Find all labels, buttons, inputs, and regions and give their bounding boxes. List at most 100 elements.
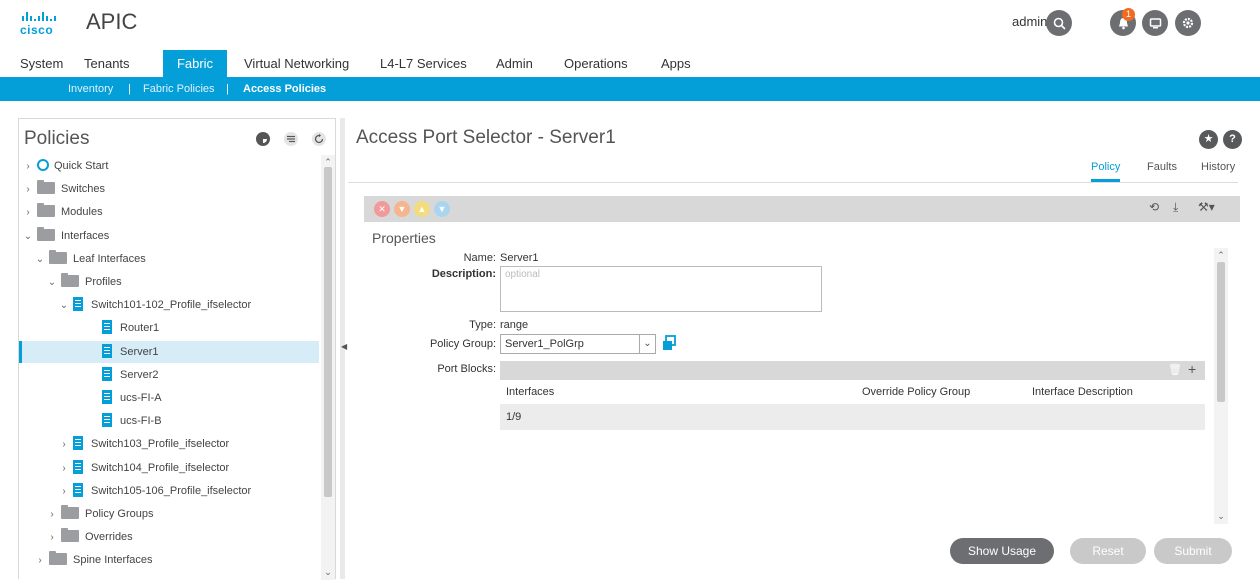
tab-fabric[interactable]: Fabric bbox=[163, 50, 227, 77]
tab-admin[interactable]: Admin bbox=[488, 50, 541, 77]
tree-node[interactable]: Router1 bbox=[19, 317, 319, 339]
refresh-icon[interactable] bbox=[311, 131, 327, 147]
interfaces-cell: 1/9 bbox=[506, 411, 522, 423]
pane-splitter[interactable]: ◀ bbox=[340, 118, 347, 579]
document-icon bbox=[102, 413, 112, 428]
chevron-down-icon[interactable]: ⌄ bbox=[35, 249, 45, 271]
chevron-right-icon[interactable]: › bbox=[35, 550, 45, 572]
list-view-icon[interactable] bbox=[283, 131, 299, 147]
tree-node[interactable]: › Policy Groups bbox=[19, 503, 319, 525]
properties-scrollbar-thumb[interactable] bbox=[1217, 262, 1225, 402]
critical-fault-icon[interactable]: ✕ bbox=[374, 201, 390, 217]
scroll-down-arrow[interactable]: ⌄ bbox=[321, 567, 335, 578]
major-fault-icon[interactable]: ▼ bbox=[394, 201, 410, 217]
folder-icon bbox=[61, 273, 79, 287]
show-usage-button[interactable]: Show Usage bbox=[950, 538, 1054, 564]
scroll-down-arrow[interactable]: ⌄ bbox=[1214, 511, 1228, 522]
tools-icon[interactable]: ⚒▾ bbox=[1198, 200, 1215, 214]
tree-node-label: Server1 bbox=[120, 345, 159, 358]
port-blocks-toolbar: 🗑 + bbox=[500, 361, 1205, 380]
port-blocks-label: Port Blocks: bbox=[437, 363, 496, 375]
subtab-history[interactable]: History bbox=[1201, 161, 1235, 179]
tab-system[interactable]: System bbox=[12, 50, 71, 77]
tree-node-label: ucs-FI-B bbox=[120, 415, 162, 428]
app-title: APIC bbox=[86, 9, 138, 34]
folder-icon bbox=[37, 226, 55, 241]
tree-node[interactable]: ⌄ Leaf Interfaces bbox=[19, 248, 319, 270]
tree-node[interactable]: › Quick Start bbox=[19, 155, 319, 177]
open-policy-group-icon[interactable] bbox=[661, 335, 677, 351]
tree-node[interactable]: Server1 bbox=[19, 340, 319, 363]
chevron-right-icon[interactable]: › bbox=[23, 202, 33, 224]
tree-scrollbar-thumb[interactable] bbox=[324, 167, 332, 497]
tab-virtual-networking[interactable]: Virtual Networking bbox=[236, 50, 357, 77]
table-row[interactable]: 1/9 bbox=[500, 404, 1205, 430]
subnav-fabric-policies[interactable]: Fabric Policies bbox=[143, 77, 215, 101]
folder-icon bbox=[49, 249, 67, 264]
favorite-star-icon[interactable]: ★ bbox=[1199, 130, 1218, 149]
properties-scrollbar[interactable]: ⌃ ⌄ bbox=[1214, 248, 1228, 524]
type-label: Type: bbox=[469, 319, 496, 331]
tree-node[interactable]: ucs-FI-B bbox=[19, 410, 319, 432]
scroll-up-arrow[interactable]: ⌃ bbox=[1214, 250, 1228, 261]
tree-node-label: Modules bbox=[61, 206, 103, 219]
column-header[interactable]: Interface Description bbox=[1032, 386, 1133, 398]
minor-fault-icon[interactable]: ▲ bbox=[414, 201, 430, 217]
tree-node-label: Leaf Interfaces bbox=[73, 252, 146, 265]
tree-node[interactable]: › Overrides bbox=[19, 526, 319, 548]
download-icon[interactable]: ⤓ bbox=[1173, 200, 1178, 215]
user-name[interactable]: admin bbox=[1012, 14, 1047, 29]
chevron-right-icon[interactable]: › bbox=[23, 179, 33, 201]
tree-node-label: Switch105-106_Profile_ifselector bbox=[91, 484, 252, 497]
reset-button[interactable]: Reset bbox=[1070, 538, 1146, 564]
tab-l4-l7-services[interactable]: L4-L7 Services bbox=[372, 50, 475, 77]
pane-title: Policies bbox=[24, 128, 90, 149]
gear-icon[interactable] bbox=[1175, 10, 1201, 36]
tree-node[interactable]: ⌄ Switch101-102_Profile_ifselector bbox=[19, 294, 319, 316]
chevron-right-icon[interactable]: › bbox=[47, 504, 57, 526]
chevron-right-icon[interactable]: › bbox=[59, 434, 69, 456]
tree-node[interactable]: ⌄ Profiles bbox=[19, 271, 319, 293]
tree-node-label: Policy Groups bbox=[85, 508, 154, 520]
policy-group-select[interactable]: Server1_PolGrp bbox=[500, 334, 640, 354]
tree-scrollbar[interactable]: ⌃ ⌄ bbox=[321, 155, 335, 580]
chevron-right-icon[interactable]: › bbox=[59, 458, 69, 480]
column-header[interactable]: Interfaces bbox=[506, 386, 554, 398]
chevron-down-icon[interactable]: ⌄ bbox=[23, 226, 33, 248]
subnav-inventory[interactable]: Inventory bbox=[68, 77, 113, 101]
chevron-right-icon[interactable]: › bbox=[23, 156, 33, 178]
tree-node[interactable]: ⌄ Interfaces bbox=[19, 225, 319, 247]
tree-node[interactable]: › Switch104_Profile_ifselector bbox=[19, 457, 319, 479]
tree-node[interactable]: › Switch103_Profile_ifselector bbox=[19, 433, 319, 455]
subtab-policy[interactable]: Policy bbox=[1091, 161, 1121, 182]
chevron-down-icon[interactable]: ⌄ bbox=[640, 334, 656, 354]
tree-node[interactable]: › Switch105-106_Profile_ifselector bbox=[19, 480, 319, 502]
warning-fault-icon[interactable]: ▼ bbox=[434, 201, 450, 217]
tree-node[interactable]: › Switches bbox=[19, 178, 319, 200]
add-icon[interactable]: + bbox=[1188, 361, 1196, 377]
chevron-right-icon[interactable]: › bbox=[59, 481, 69, 503]
column-header[interactable]: Override Policy Group bbox=[862, 386, 970, 398]
chevron-down-icon[interactable]: ⌄ bbox=[59, 295, 69, 317]
tab-operations[interactable]: Operations bbox=[556, 50, 636, 77]
description-field[interactable]: optional bbox=[500, 266, 822, 312]
chevron-right-icon[interactable]: › bbox=[47, 527, 57, 549]
tree-node[interactable]: ucs-FI-A bbox=[19, 387, 319, 409]
chevron-down-icon[interactable]: ⌄ bbox=[47, 272, 57, 294]
monitor-icon[interactable] bbox=[1142, 10, 1168, 36]
subnav-access-policies[interactable]: Access Policies bbox=[243, 77, 326, 101]
tab-tenants[interactable]: Tenants bbox=[76, 50, 138, 77]
tree-node[interactable]: › Modules bbox=[19, 201, 319, 223]
delete-icon[interactable]: 🗑 bbox=[1168, 363, 1182, 376]
tab-apps[interactable]: Apps bbox=[653, 50, 699, 77]
help-icon[interactable]: ? bbox=[1223, 130, 1242, 149]
tree-node-label: Router1 bbox=[120, 322, 160, 335]
quick-start-icon[interactable] bbox=[255, 131, 271, 147]
subtab-faults[interactable]: Faults bbox=[1147, 161, 1177, 179]
refresh-icon[interactable]: ⟲ bbox=[1149, 200, 1159, 214]
tree-node[interactable]: Server2 bbox=[19, 364, 319, 386]
tree-node[interactable]: › Spine Interfaces bbox=[19, 549, 319, 571]
submit-button[interactable]: Submit bbox=[1154, 538, 1232, 564]
search-icon[interactable] bbox=[1046, 10, 1072, 36]
detail-pane: Access Port Selector - Server1 ★ ? Polic… bbox=[348, 118, 1260, 579]
